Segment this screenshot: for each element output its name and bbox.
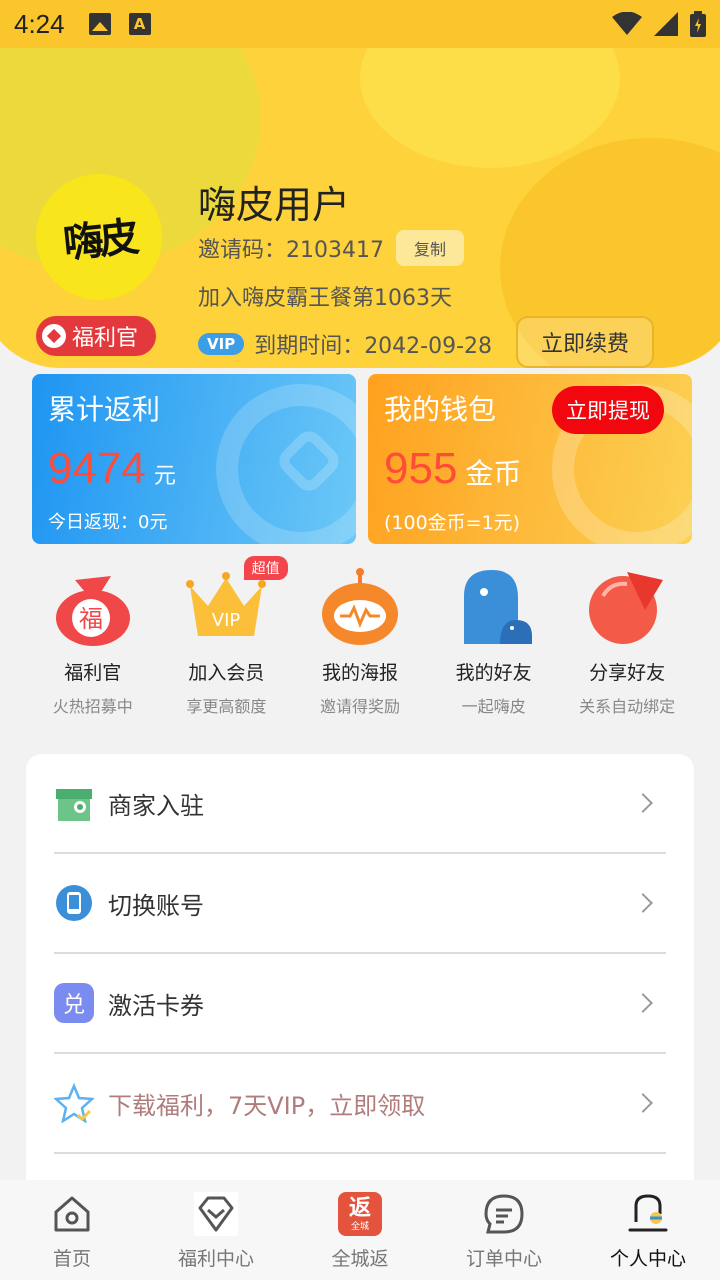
shortcut-label: 我的好友 [455, 662, 532, 684]
rebate-title: 累计返利 [48, 393, 161, 426]
shortcut-grid: 福 福利官 火热招募中 超值 VIP 加入会员 享更高额度 我的海报 邀请得奖励 [26, 556, 694, 717]
vip-crown-icon: VIP [186, 572, 267, 636]
store-icon [56, 789, 92, 821]
nav-label: 福利中心 [177, 1248, 254, 1270]
menu-label: 激活卡券 [108, 991, 204, 1020]
coin-unit: 金币 [465, 457, 522, 490]
copy-button[interactable]: 复制 [395, 230, 464, 266]
nav-home[interactable]: 首页 [0, 1180, 144, 1280]
signal-icon [654, 12, 678, 36]
nav-label: 个人中心 [609, 1248, 686, 1270]
wallet-title: 我的钱包 [384, 393, 497, 426]
profile-icon [628, 1194, 668, 1232]
nav-welfare-center[interactable]: 福利中心 [144, 1180, 288, 1280]
chevron-right-icon [633, 1093, 653, 1113]
avatar-logo-text: 嗨皮 [61, 214, 138, 268]
shortcut-label: 加入会员 [188, 662, 265, 684]
shortcut-share-friends[interactable]: 分享好友 关系自动绑定 [560, 566, 694, 717]
chevron-right-icon [633, 793, 653, 813]
friends-bird-icon [463, 570, 532, 644]
rebate-card[interactable]: 累计返利 9474 元 今日返现：0元 [32, 374, 356, 544]
order-icon [484, 1194, 524, 1234]
nav-label: 首页 [52, 1248, 91, 1270]
battery-icon [690, 11, 706, 37]
menu-item-download-welfare[interactable]: 下载福利，7天VIP，立即领取 [54, 1054, 666, 1154]
phone-icon [56, 885, 92, 921]
wifi-icon [612, 12, 642, 35]
nav-label: 全城返 [331, 1248, 389, 1270]
shortcut-sub: 火热招募中 [52, 697, 133, 716]
welfare-officer-badge[interactable]: 福利官 [36, 316, 156, 356]
shortcut-join-vip[interactable]: 超值 VIP 加入会员 享更高额度 [160, 556, 294, 717]
text-icon: A [128, 13, 151, 35]
poster-robot-icon [321, 568, 398, 645]
shortcut-label: 我的海报 [321, 662, 398, 684]
invite-row: 邀请码：2103417 复制 [198, 230, 464, 266]
withdraw-button[interactable]: 立即提现 [552, 386, 664, 434]
star-icon [54, 1083, 94, 1123]
shortcut-label: 福利官 [64, 662, 122, 684]
menu-label: 切换账号 [108, 891, 204, 920]
wallet-card[interactable]: 我的钱包 立即提现 955 金币 (100金币=1元) [368, 374, 692, 544]
status-time: 4:24 [14, 8, 65, 39]
fortune-bag-icon: 福 [55, 576, 130, 646]
coin-rate: (100金币=1元) [384, 512, 521, 534]
diamond-icon [42, 324, 66, 348]
join-days-text: 加入嗨皮霸王餐第1063天 [198, 286, 452, 311]
chevron-right-icon [633, 893, 653, 913]
menu-label: 下载福利，7天VIP，立即领取 [108, 1091, 426, 1120]
vip-row: VIP 到期时间：2042-09-28 [198, 328, 492, 360]
shortcut-my-poster[interactable]: 我的海报 邀请得奖励 [293, 566, 427, 717]
city-rebate-icon: 返 全城 [338, 1192, 382, 1236]
profile-header: 嗨皮 福利官 嗨皮用户 邀请码：2103417 复制 加入嗨皮霸王餐第1063天… [0, 48, 720, 378]
shortcut-sub: 关系自动绑定 [579, 697, 676, 716]
menu-item-merchant[interactable]: 商家入驻 [54, 754, 666, 854]
username: 嗨皮用户 [198, 183, 351, 227]
chevron-right-icon [633, 993, 653, 1013]
shortcut-welfare-officer[interactable]: 福 福利官 火热招募中 [26, 566, 160, 717]
shortcut-sub: 一起嗨皮 [461, 697, 526, 716]
image-icon [88, 13, 111, 35]
nav-label: 订单中心 [465, 1248, 542, 1270]
home-icon [54, 1196, 90, 1232]
rebate-amount: 9474 [48, 444, 146, 493]
invite-code: 邀请码：2103417 [198, 238, 384, 263]
bottom-nav: 首页 福利中心 返 全城 全城返 订单中心 个人中心 [0, 1180, 720, 1280]
today-rebate: 今日返现：0元 [48, 512, 168, 533]
shortcut-label: 分享好友 [589, 662, 666, 684]
nav-profile-center[interactable]: 个人中心 [576, 1180, 720, 1280]
nav-city-rebate[interactable]: 返 全城 全城返 [288, 1180, 432, 1280]
menu-item-activate-coupon[interactable]: 兑 激活卡券 [54, 954, 666, 1054]
status-bar: 4:24 A [0, 0, 720, 48]
welfare-diamond-icon [194, 1192, 238, 1236]
avatar[interactable]: 嗨皮 [36, 174, 162, 300]
shortcut-sub: 享更高额度 [186, 697, 267, 716]
vip-badge: VIP [198, 333, 245, 355]
shortcut-my-friends[interactable]: 我的好友 一起嗨皮 [427, 566, 561, 717]
svg-text:VIP: VIP [212, 610, 241, 631]
svg-text:福: 福 [79, 605, 103, 633]
renew-button[interactable]: 立即续费 [516, 316, 654, 368]
settings-menu: 商家入驻 切换账号 兑 激活卡券 下载福利，7天VIP，立即领取 [26, 754, 694, 1184]
menu-label: 商家入驻 [108, 791, 204, 820]
redeem-icon: 兑 [54, 983, 94, 1023]
vip-expire-text: 到期时间：2042-09-28 [254, 334, 493, 359]
coin-amount: 955 [384, 444, 458, 493]
share-peach-icon [589, 572, 664, 644]
nav-order-center[interactable]: 订单中心 [432, 1180, 576, 1280]
menu-item-switch-account[interactable]: 切换账号 [54, 854, 666, 954]
welfare-badge-label: 福利官 [72, 326, 139, 351]
rebate-unit: 元 [153, 464, 176, 489]
shortcut-sub: 邀请得奖励 [319, 697, 400, 716]
